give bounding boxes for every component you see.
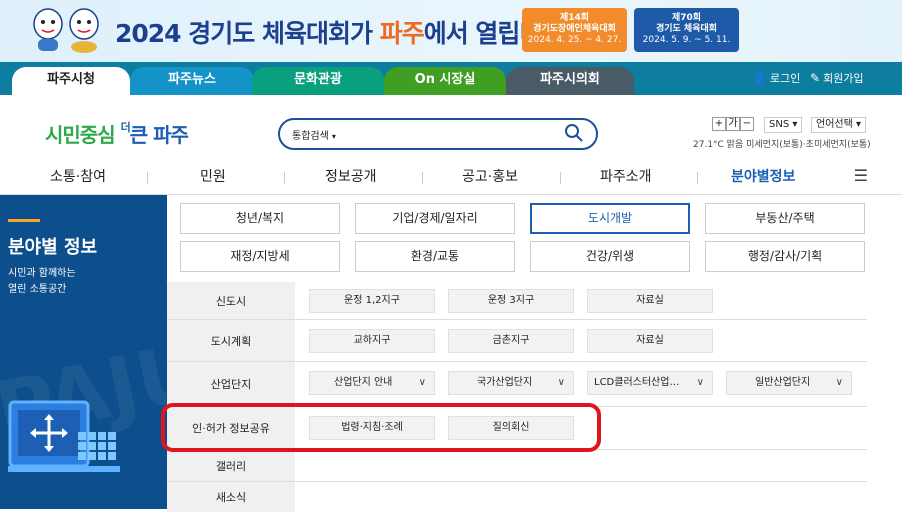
top-banner[interactable]: 2024 경기도 체육대회가 파주에서 열립니다! 제14회 경기도장애인체육대회… xyxy=(0,0,902,62)
login-link[interactable]: 👤 로그인 xyxy=(752,70,800,86)
row-label: 갤러리 xyxy=(167,450,295,481)
nav-notice-pr[interactable]: 공고·홍보 xyxy=(462,166,518,186)
search-scope-select[interactable]: 통합검색 ▾ xyxy=(292,127,336,142)
mascot-image xyxy=(33,8,63,51)
link-chip[interactable]: 운정 1,2지구 xyxy=(309,289,435,313)
tab-city-hall[interactable]: 파주시청 xyxy=(12,67,130,95)
table-row: 새소식 xyxy=(167,482,867,512)
category-admin-audit[interactable]: 행정/감사/기획 xyxy=(705,241,865,272)
category-finance-tax[interactable]: 재정/지방세 xyxy=(180,241,340,272)
tab-mayor-office[interactable]: On 시장실 xyxy=(384,67,506,95)
tab-news[interactable]: 파주뉴스 xyxy=(130,67,254,95)
nav-about-paju[interactable]: 파주소개 xyxy=(600,166,652,186)
site-logo[interactable]: 시민중심 더큰 파주 xyxy=(45,119,189,148)
search-icon[interactable] xyxy=(564,123,584,143)
nav-participation[interactable]: 소통·참여 xyxy=(50,166,106,186)
dropdown-chip[interactable]: 일반산업단지 ∨ xyxy=(726,371,852,395)
join-link[interactable]: ✎ 회원가입 xyxy=(810,70,864,86)
divider xyxy=(697,172,698,184)
link-chip[interactable]: 자료실 xyxy=(587,329,713,353)
table-row: 갤러리 xyxy=(167,450,867,482)
link-chip[interactable]: 운정 3지구 xyxy=(448,289,574,313)
category-urban-development[interactable]: 도시개발 xyxy=(530,203,690,234)
section-sidebar: 분야별 정보 시민과 함께하는 열린 소통공간 PAJU xyxy=(0,195,167,509)
font-decrease-button[interactable]: − xyxy=(740,117,754,131)
tab-culture-tourism[interactable]: 문화관광 xyxy=(252,67,384,95)
accent-bar xyxy=(8,219,40,222)
user-icon: 👤 xyxy=(752,71,767,85)
category-environment-traffic[interactable]: 환경/교통 xyxy=(355,241,515,272)
category-real-estate[interactable]: 부동산/주택 xyxy=(705,203,865,234)
row-label: 도시계획 xyxy=(167,320,295,361)
table-row: 도시계획 교하지구 금촌지구 자료실 xyxy=(167,320,867,362)
weather-info: 27.1°C 맑음 미세먼지(보통)·초미세먼지(보통) xyxy=(693,140,871,150)
row-label: 새소식 xyxy=(167,482,295,512)
main-nav: 소통·참여 민원 정보공개 공고·홍보 파주소개 분야별정보 ☰ xyxy=(0,162,902,192)
edit-icon: ✎ xyxy=(810,71,821,85)
dropdown-chip[interactable]: LCD클러스터산업… ∨ xyxy=(587,371,713,395)
dropdown-chip[interactable]: 산업단지 안내 ∨ xyxy=(309,371,435,395)
highlight-box xyxy=(161,403,601,452)
row-label: 산업단지 xyxy=(167,362,295,406)
link-chip[interactable]: 자료실 xyxy=(587,289,713,313)
city-development-icon xyxy=(8,400,120,472)
chevron-down-icon: ∨ xyxy=(418,377,426,388)
category-youth-welfare[interactable]: 청년/복지 xyxy=(180,203,340,234)
link-chip[interactable]: 교하지구 xyxy=(309,329,435,353)
dropdown-chip[interactable]: 국가산업단지 ∨ xyxy=(448,371,574,395)
search-box[interactable]: 통합검색 ▾ xyxy=(278,118,598,150)
banner-title: 2024 경기도 체육대회가 파주에서 열립니다! xyxy=(115,19,575,48)
event-badge-disabled-sports[interactable]: 제14회 경기도장애인체육대회 2024. 4. 25. ~ 4. 27. xyxy=(522,8,627,52)
chevron-down-icon: ▾ xyxy=(331,132,336,141)
mascot-image xyxy=(69,8,99,53)
font-label: 가 xyxy=(726,117,740,131)
table-row: 산업단지 산업단지 안내 ∨ 국가산업단지 ∨ LCD클러스터산업… ∨ 일반산업단지… xyxy=(167,362,867,407)
category-business-economy[interactable]: 기업/경제/일자리 xyxy=(355,203,515,234)
chevron-down-icon: ∨ xyxy=(557,377,565,388)
section-description: 시민과 함께하는 열린 소통공간 xyxy=(8,268,76,295)
divider xyxy=(560,172,561,184)
sns-select[interactable]: SNS ▾ xyxy=(764,117,803,133)
section-title: 분야별 정보 xyxy=(8,237,98,258)
font-increase-button[interactable]: + xyxy=(712,117,726,131)
divider xyxy=(422,172,423,184)
link-chip[interactable]: 금촌지구 xyxy=(448,329,574,353)
divider xyxy=(147,172,148,184)
header: 시민중심 더큰 파주 통합검색 ▾ + 가 − SNS ▾ 언어선택 ▾ 27.1… xyxy=(0,95,902,195)
nav-field-info[interactable]: 분야별정보 xyxy=(731,166,795,186)
tab-city-council[interactable]: 파주시의회 xyxy=(506,67,634,95)
hamburger-menu-icon[interactable]: ☰ xyxy=(854,166,868,185)
table-row: 신도시 운정 1,2지구 운정 3지구 자료실 xyxy=(167,282,867,320)
nav-civil-service[interactable]: 민원 xyxy=(200,166,226,186)
language-select[interactable]: 언어선택 ▾ xyxy=(811,117,867,133)
category-health-hygiene[interactable]: 건강/위생 xyxy=(530,241,690,272)
chevron-down-icon: ∨ xyxy=(835,377,843,388)
row-label: 신도시 xyxy=(167,282,295,319)
nav-info-disclosure[interactable]: 정보공개 xyxy=(325,166,377,186)
font-size-control: + 가 − xyxy=(712,117,754,131)
event-badge-sports[interactable]: 제70회 경기도 체육대회 2024. 5. 9. ~ 5. 11. xyxy=(634,8,739,52)
chevron-down-icon: ∨ xyxy=(696,377,704,388)
divider xyxy=(284,172,285,184)
